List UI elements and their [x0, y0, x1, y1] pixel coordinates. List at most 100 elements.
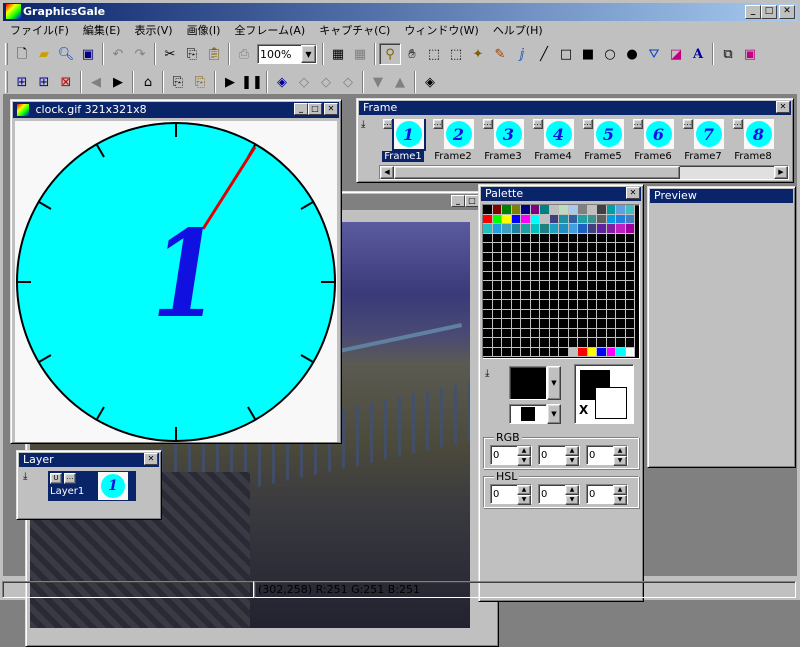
play-icon[interactable]: ▶ [219, 71, 241, 93]
palette-swatch[interactable] [521, 252, 531, 262]
spin-up-icon[interactable]: ▲ [613, 485, 627, 495]
spin-down-icon[interactable]: ▼ [613, 495, 627, 505]
layer-close-button[interactable]: ✕ [144, 453, 158, 465]
palette-swatch[interactable] [559, 281, 569, 291]
frame-window[interactable]: Frame ✕ ⤓ … 1 Frame1… 2 Frame2… 3 Frame3… 4 Fram… [356, 98, 794, 183]
palette-swatch[interactable] [616, 243, 626, 253]
palette-swatch[interactable] [540, 338, 550, 348]
palette-swatch[interactable] [597, 252, 607, 262]
palette-swatch[interactable] [625, 281, 635, 291]
palette-swatch[interactable] [530, 233, 540, 243]
palette-swatch[interactable] [578, 262, 588, 272]
palette-swatch[interactable] [568, 262, 578, 272]
palette-swatch[interactable] [587, 300, 597, 310]
palette-swatch[interactable] [587, 214, 597, 224]
palette-swatch[interactable] [606, 271, 616, 281]
palette-swatch[interactable] [616, 338, 626, 348]
palette-swatch[interactable] [559, 328, 569, 338]
palette-swatch[interactable] [568, 214, 578, 224]
palette-swatch[interactable] [568, 300, 578, 310]
palette-swatch[interactable] [483, 243, 493, 253]
palette-swatch[interactable] [549, 243, 559, 253]
palette-swatch[interactable] [549, 233, 559, 243]
palette-swatch[interactable] [587, 205, 597, 215]
palette-swatch[interactable] [597, 271, 607, 281]
frame-thumb[interactable]: … 3 Frame3 [479, 119, 527, 163]
palette-swatch[interactable] [521, 205, 531, 215]
palette-swatch[interactable] [540, 281, 550, 291]
palette-swatch[interactable] [597, 290, 607, 300]
palette-swatch[interactable] [568, 281, 578, 291]
frame-thumb[interactable]: … 2 Frame2 [429, 119, 477, 163]
palette-swatch[interactable] [616, 214, 626, 224]
scroll-left-icon[interactable]: ◀ [380, 166, 394, 179]
layer-window-title[interactable]: Layer ✕ [19, 453, 159, 467]
next-frame-icon[interactable]: ▶ [107, 71, 129, 93]
palette-swatch[interactable] [502, 319, 512, 329]
frame-options-icon[interactable]: … [482, 119, 493, 129]
palette-swatch[interactable] [578, 347, 588, 357]
palette-swatch[interactable] [540, 224, 550, 234]
palette-swatch[interactable] [530, 338, 540, 348]
brush-icon[interactable]: ⅉ [511, 43, 533, 65]
clock-close-button[interactable]: ✕ [324, 103, 338, 115]
palette-swatch[interactable] [483, 271, 493, 281]
lasso-select-icon[interactable]: ⬚ [445, 43, 467, 65]
palette-swatch[interactable] [492, 290, 502, 300]
palette-swatch[interactable] [625, 252, 635, 262]
copy-frame-icon[interactable]: ⎘ [167, 71, 189, 93]
palette-swatch[interactable] [540, 233, 550, 243]
palette-swatch[interactable] [578, 328, 588, 338]
menu-window[interactable]: ウィンドウ(W) [397, 22, 485, 40]
palette-swatch[interactable] [549, 205, 559, 215]
palette-swatch[interactable] [483, 328, 493, 338]
palette-swatch[interactable] [540, 290, 550, 300]
palette-swatch[interactable] [511, 347, 521, 357]
rgb-r-input[interactable]: 0 ▲ ▼ [490, 445, 532, 466]
preview-window-title[interactable]: Preview [650, 189, 793, 203]
insert-frame-icon[interactable]: ⊞ [11, 71, 33, 93]
palette-swatch[interactable] [549, 328, 559, 338]
palette-swatch[interactable] [530, 243, 540, 253]
palette-swatch[interactable] [540, 319, 550, 329]
palette-swatch[interactable] [511, 290, 521, 300]
palette-swatch[interactable] [492, 214, 502, 224]
palette-swatch[interactable] [587, 262, 597, 272]
palette-swatch[interactable] [578, 233, 588, 243]
palette-swatch[interactable] [568, 252, 578, 262]
clock-window-title[interactable]: clock.gif 321x321x8 _ □ ✕ [13, 102, 339, 118]
palette-swatch[interactable] [549, 347, 559, 357]
palette-swatch[interactable] [521, 290, 531, 300]
palette-swatch[interactable] [568, 338, 578, 348]
palette-swatch[interactable] [578, 300, 588, 310]
photo-minimize-button[interactable]: _ [451, 195, 465, 207]
palette-swatch[interactable] [492, 338, 502, 348]
palette-swatch[interactable] [540, 271, 550, 281]
palette-swatch[interactable] [559, 300, 569, 310]
palette-swatch[interactable] [511, 233, 521, 243]
spin-down-icon[interactable]: ▼ [565, 495, 579, 505]
scroll-thumb[interactable] [394, 166, 680, 179]
palette-swatch[interactable] [568, 309, 578, 319]
palette-swatch[interactable] [559, 271, 569, 281]
palette-swatch[interactable] [568, 243, 578, 253]
clock-window[interactable]: clock.gif 321x321x8 _ □ ✕ 1 [10, 99, 342, 444]
palette-swatch[interactable] [559, 205, 569, 215]
palette-swatch[interactable] [502, 262, 512, 272]
palette-swatch[interactable] [578, 309, 588, 319]
palette-swatch[interactable] [521, 271, 531, 281]
palette-close-button[interactable]: ✕ [626, 187, 640, 199]
insert-layer-icon[interactable]: ◈ [271, 71, 293, 93]
add-layer-icon[interactable]: ◇ [293, 71, 315, 93]
palette-swatch[interactable] [502, 252, 512, 262]
palette-swatch[interactable] [587, 271, 597, 281]
palette-swatch[interactable] [521, 224, 531, 234]
palette-swatch[interactable] [521, 281, 531, 291]
palette-swatch[interactable] [540, 262, 550, 272]
copy-icon[interactable]: ⎘ [181, 43, 203, 65]
palette-swatch[interactable] [549, 290, 559, 300]
frame-pin-icon[interactable]: ⤓ [361, 119, 375, 133]
palette-swatch[interactable] [549, 252, 559, 262]
palette-swatch[interactable] [568, 205, 578, 215]
palette-swatch[interactable] [597, 224, 607, 234]
